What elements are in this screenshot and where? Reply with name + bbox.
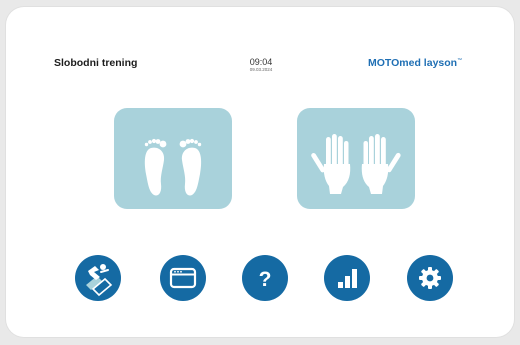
brand-name: MOTOmed layson <box>368 57 458 69</box>
settings-gear-icon <box>419 267 441 289</box>
trademark-mark: ™ <box>457 57 463 64</box>
training-mode-title: Slobodni trening <box>54 57 138 69</box>
arms-training-button[interactable] <box>297 108 415 209</box>
feet-icon <box>144 138 202 196</box>
brand-logo: MOTOmed layson™ <box>368 57 516 69</box>
help-question-icon: ? <box>259 268 272 291</box>
statistics-bars-icon <box>338 269 357 288</box>
clock: 09:04 09.03.2024 <box>236 57 286 73</box>
clock-time: 09:04 <box>249 57 273 67</box>
program-window-button[interactable] <box>160 255 206 301</box>
hands-icon <box>311 134 401 194</box>
help-button[interactable]: ? <box>242 255 288 301</box>
passive-training-icon <box>86 264 113 297</box>
help-question-glyph: ? <box>259 268 272 291</box>
statistics-button[interactable] <box>324 255 370 301</box>
program-window-icon <box>169 267 197 289</box>
settings-button[interactable] <box>407 255 453 301</box>
device-frame: Slobodni trening 09:04 09.03.2024 MOTOme… <box>6 7 514 337</box>
legs-training-button[interactable] <box>114 108 232 209</box>
touch-screen: Slobodni trening 09:04 09.03.2024 MOTOme… <box>6 7 514 337</box>
clock-date: 09.03.2024 <box>249 67 273 72</box>
passive-training-button[interactable] <box>75 255 121 301</box>
